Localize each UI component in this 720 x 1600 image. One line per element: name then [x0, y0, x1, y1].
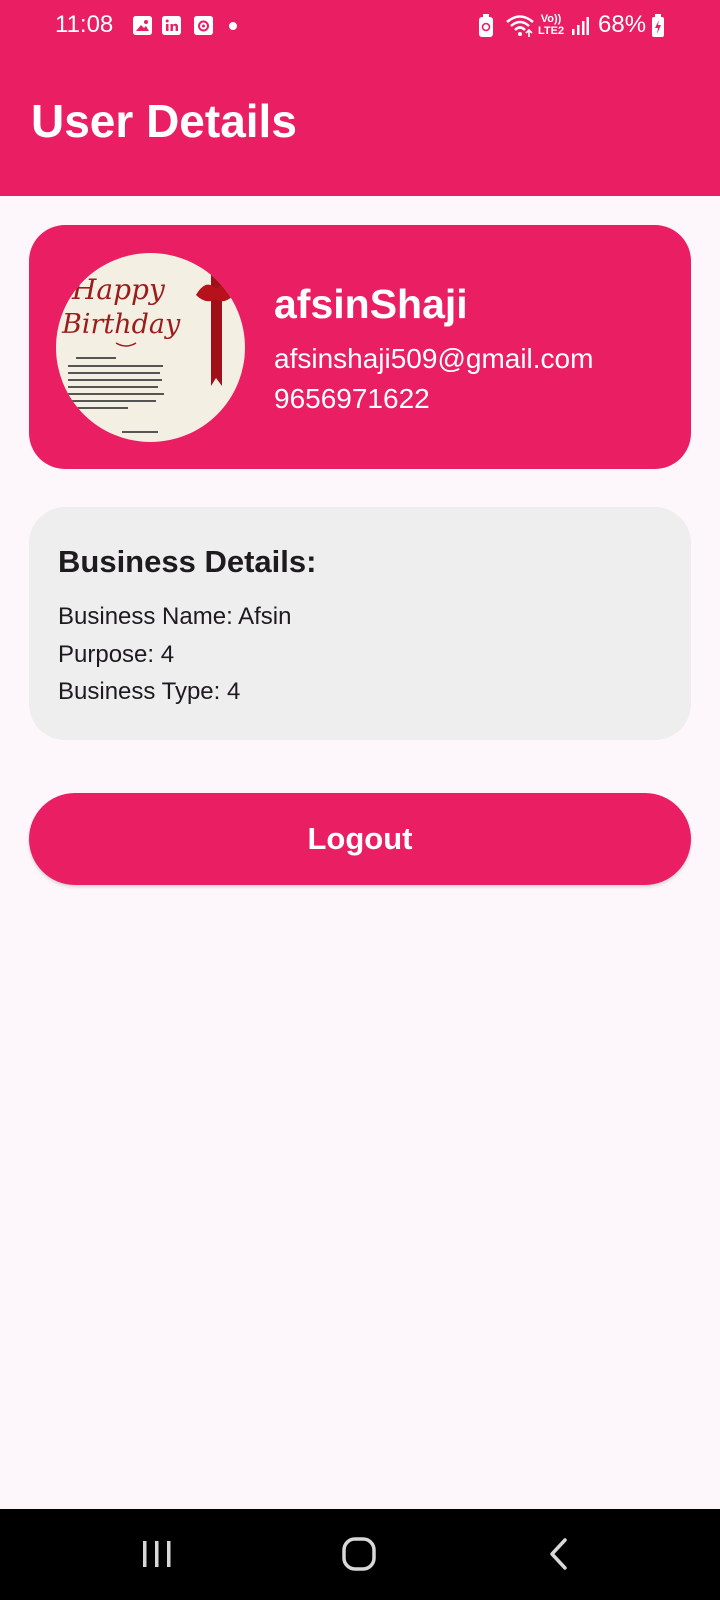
- network-type-label: Vo)) LTE2: [538, 13, 564, 37]
- media-icon: [194, 16, 213, 35]
- avatar-text-birthday: Birthday: [61, 309, 181, 340]
- avatar[interactable]: Happy Birthday: [56, 253, 245, 442]
- home-icon[interactable]: [329, 1529, 389, 1579]
- linkedin-icon: [162, 16, 181, 35]
- wifi-icon: [505, 14, 535, 43]
- volte-label: Vo)): [540, 13, 562, 25]
- battery-charging-icon: [651, 14, 665, 43]
- page-title: User Details: [31, 95, 297, 147]
- data-saver-icon: [478, 14, 494, 43]
- user-name: afsinShaji: [274, 281, 468, 327]
- business-details-card: Business Details: Business Name: Afsin P…: [29, 507, 691, 740]
- user-email: afsinshaji509@gmail.com: [274, 343, 594, 374]
- business-name: Business Name: Afsin: [58, 603, 292, 630]
- signal-icon: [571, 16, 589, 41]
- logout-button[interactable]: Logout: [29, 793, 691, 885]
- app-bar: User Details: [0, 52, 720, 196]
- avatar-text-happy: Happy: [71, 273, 166, 306]
- recent-apps-icon[interactable]: [128, 1529, 188, 1579]
- profile-card: Happy Birthday afsinShaji afsinshaji509@…: [29, 225, 691, 469]
- business-type: Business Type: 4: [58, 678, 241, 705]
- gallery-icon: [133, 16, 152, 35]
- status-bar: 11:08 Vo)) LTE2 68%: [0, 0, 720, 52]
- user-phone: 9656971622: [274, 383, 430, 414]
- system-nav-bar: [0, 1509, 720, 1600]
- lte-label: LTE2: [538, 25, 565, 37]
- battery-percentage: 68%: [598, 11, 647, 38]
- business-details-heading: Business Details:: [58, 544, 317, 579]
- back-icon[interactable]: [530, 1529, 590, 1579]
- more-notifications-dot: [229, 22, 237, 30]
- business-purpose: Purpose: 4: [58, 641, 175, 668]
- status-time: 11:08: [55, 11, 114, 38]
